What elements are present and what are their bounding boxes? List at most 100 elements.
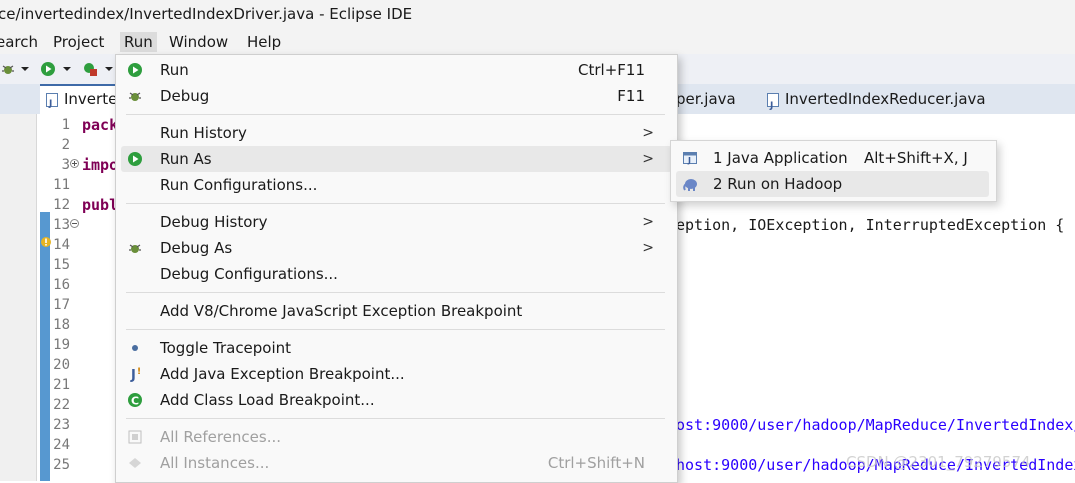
menu-window[interactable]: Window <box>169 32 228 52</box>
line-number: 16 <box>53 277 70 293</box>
code-line-13: eption, IOException, InterruptedExceptio… <box>676 216 1065 234</box>
line-number: 18 <box>53 317 70 333</box>
debug-bug-icon[interactable] <box>0 61 16 77</box>
debug-bug-icon <box>129 92 141 101</box>
menu-item-label: All References... <box>160 428 282 446</box>
menu-item-accelerator: Ctrl+F11 <box>578 61 645 79</box>
menu-item-debug-as[interactable]: Debug As > <box>121 235 672 261</box>
line-number: 25 <box>53 457 70 473</box>
menu-item-toggle-tracepoint[interactable]: Toggle Tracepoint <box>121 335 672 361</box>
line-number: 13 <box>53 217 70 233</box>
menu-item-add-class-load-breakpoint[interactable]: C Add Class Load Breakpoint... <box>121 387 672 413</box>
line-number: 3 <box>61 157 70 173</box>
menu-item-label: Debug <box>160 87 210 105</box>
menu-separator <box>126 292 665 293</box>
menu-item-accelerator: Ctrl+Shift+N <box>547 454 645 472</box>
line-number: 17 <box>53 297 70 313</box>
menu-item-debug-configurations[interactable]: Debug Configurations... <box>121 261 672 287</box>
menu-separator <box>126 418 665 419</box>
fold-expand-icon[interactable] <box>70 159 79 168</box>
menu-item-add-v8-breakpoint[interactable]: Add V8/Chrome JavaScript Exception Break… <box>121 298 672 324</box>
menu-item-debug[interactable]: Debug F11 <box>121 83 672 109</box>
menu-separator <box>126 114 665 115</box>
run-icon <box>128 63 142 77</box>
watermark: CSDN @2301_79279574 <box>846 453 1031 471</box>
menu-search[interactable]: earch <box>0 32 38 52</box>
java-file-icon <box>46 91 58 117</box>
menu-run[interactable]: Run <box>120 32 157 52</box>
chevron-down-icon[interactable] <box>20 61 30 77</box>
line-number: 11 <box>53 177 70 193</box>
line-number: 12 <box>53 197 70 213</box>
menu-item-label: Debug Configurations... <box>160 265 338 283</box>
line-number: 14 <box>53 237 70 253</box>
menu-separator <box>126 203 665 204</box>
tab-inverted-index-driver[interactable]: Inverte <box>40 84 120 117</box>
menu-item-run[interactable]: Run Ctrl+F11 <box>121 57 672 83</box>
tab-inverted-index-reducer[interactable]: InvertedIndexReducer.java <box>767 84 986 121</box>
tab-label: InvertedIndexReducer.java <box>785 90 986 108</box>
submenu-arrow-icon: > <box>642 214 654 230</box>
java-application-icon: J <box>683 152 697 165</box>
menu-item-run-configurations[interactable]: Run Configurations... <box>121 172 672 198</box>
line-number: 2 <box>61 137 70 153</box>
menu-item-all-instances[interactable]: All Instances... Ctrl+Shift+N <box>121 450 672 476</box>
menu-item-label: Toggle Tracepoint <box>160 339 292 357</box>
svg-text:C: C <box>131 395 139 408</box>
external-tools-icon[interactable] <box>82 61 98 77</box>
svg-text:J: J <box>130 368 136 382</box>
submenu-item-label: 2 Run on Hadoop <box>713 175 843 193</box>
line-number: 22 <box>53 397 70 413</box>
code-line-12: publ <box>82 196 119 214</box>
code-line-1: pack <box>82 116 119 134</box>
svg-text:!: ! <box>137 367 141 377</box>
run-as-submenu: J 1 Java Application Alt+Shift+X, J 2 Ru… <box>670 140 997 202</box>
menu-item-label: Add Java Exception Breakpoint... <box>160 365 405 383</box>
run-icon <box>128 152 142 166</box>
hadoop-elephant-icon <box>683 179 697 191</box>
line-number: 21 <box>53 377 70 393</box>
menu-item-debug-history[interactable]: Debug History > <box>121 209 672 235</box>
line-number: 19 <box>53 337 70 353</box>
menu-item-label: Add V8/Chrome JavaScript Exception Break… <box>160 302 523 320</box>
menu-item-run-history[interactable]: Run History > <box>121 120 672 146</box>
run-menu: Run Ctrl+F11 Debug F11 Run History > Run… <box>115 54 678 483</box>
line-number: 15 <box>53 257 70 273</box>
menu-item-all-references[interactable]: All References... <box>121 424 672 450</box>
menu-item-run-as[interactable]: Run As > <box>121 146 672 172</box>
debug-bug-icon <box>129 244 141 253</box>
menu-item-label: Run As <box>160 150 212 168</box>
svg-text:J: J <box>687 156 691 165</box>
menu-bar: earch Project Run Window Help <box>0 30 1075 54</box>
fold-collapse-icon[interactable] <box>70 219 79 228</box>
line-number: 20 <box>53 357 70 373</box>
java-file-icon <box>767 91 779 121</box>
submenu-arrow-icon: > <box>642 151 654 167</box>
run-icon[interactable] <box>40 61 56 77</box>
line-number: 24 <box>53 437 70 453</box>
class-load-icon: C <box>128 393 142 408</box>
menu-project[interactable]: Project <box>53 32 104 52</box>
chevron-down-icon[interactable] <box>62 61 72 77</box>
line-number: 23 <box>53 417 70 433</box>
submenu-item-run-on-hadoop[interactable]: 2 Run on Hadoop <box>676 171 989 197</box>
submenu-arrow-icon: > <box>642 125 654 141</box>
submenu-item-label: 1 Java Application <box>713 149 848 167</box>
tab-mapper[interactable]: per.java <box>676 84 736 114</box>
submenu-item-accelerator: Alt+Shift+X, J <box>864 149 968 167</box>
instances-icon <box>129 458 141 468</box>
submenu-item-java-application[interactable]: J 1 Java Application Alt+Shift+X, J <box>676 145 989 171</box>
menu-separator <box>126 329 665 330</box>
window-title: ce/invertedindex/InvertedIndexDriver.jav… <box>0 5 413 23</box>
code-line-3: impo <box>82 156 119 174</box>
menu-help[interactable]: Help <box>247 32 281 52</box>
package-explorer-panel <box>0 84 37 481</box>
chevron-down-icon[interactable] <box>104 61 114 77</box>
tracepoint-icon <box>132 345 138 351</box>
menu-item-label: Run <box>160 61 189 79</box>
submenu-arrow-icon: > <box>642 240 654 256</box>
java-exception-icon: J! <box>130 367 141 382</box>
line-number: 1 <box>61 117 70 133</box>
menu-item-add-java-exception-breakpoint[interactable]: J! Add Java Exception Breakpoint... <box>121 361 672 387</box>
menu-item-label: Debug History <box>160 213 268 231</box>
